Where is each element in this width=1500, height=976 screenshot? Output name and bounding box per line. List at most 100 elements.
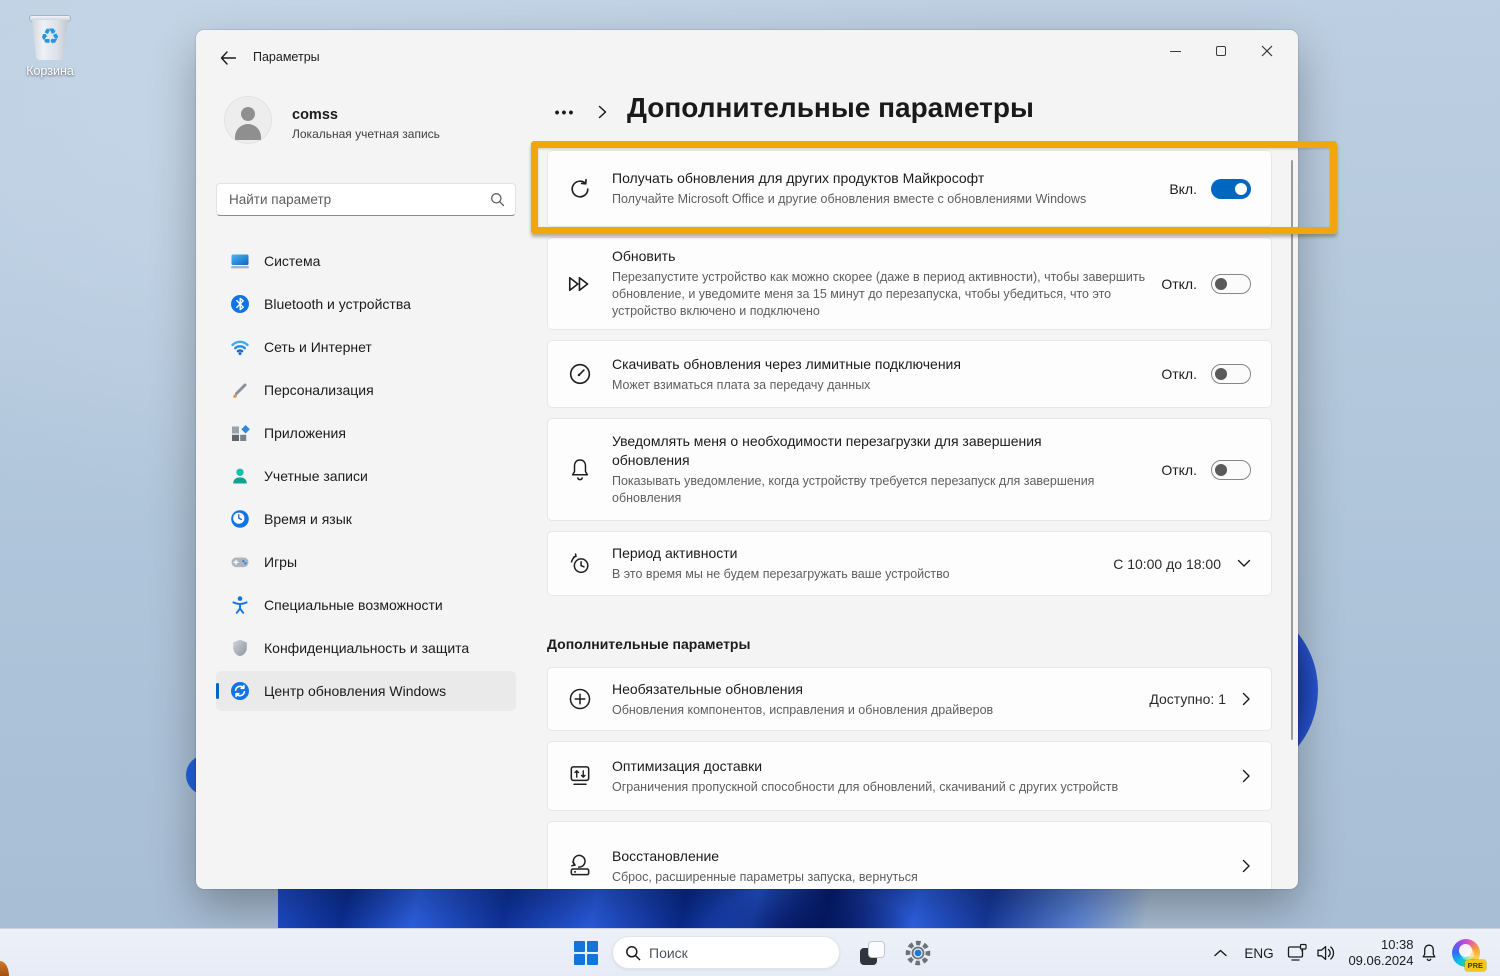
desktop: ♻ Корзина Параметры comss Локальная учет… [0, 0, 1500, 976]
toggle-knob [1235, 182, 1247, 195]
sidebar-item-label: Bluetooth и устройства [264, 296, 411, 312]
sidebar-item-personalization[interactable]: Персонализация [216, 370, 516, 410]
toggle-switch-off[interactable] [1211, 364, 1251, 384]
maximize-icon [1216, 46, 1226, 56]
card-title: Необязательные обновления [612, 680, 803, 697]
bluetooth-icon [230, 294, 250, 314]
breadcrumb-more-button[interactable]: ••• [547, 100, 583, 124]
account-type: Локальная учетная запись [292, 127, 440, 141]
sidebar-item-label: Специальные возможности [264, 597, 443, 613]
wallpaper-bloom [278, 884, 1162, 930]
metered-icon [548, 361, 612, 387]
toggle-knob [1215, 463, 1227, 476]
sidebar-item-privacy[interactable]: Конфиденциальность и защита [216, 628, 516, 668]
maximize-button[interactable] [1198, 34, 1244, 68]
sidebar-item-label: Центр обновления Windows [264, 683, 447, 699]
search-icon [490, 192, 505, 207]
gear-icon [905, 940, 931, 966]
taskbar-search[interactable] [612, 936, 840, 969]
tray-chevron-up-button[interactable] [1204, 929, 1236, 976]
taskbar-search-input[interactable] [649, 944, 839, 961]
sidebar-item-time[interactable]: Время и язык [216, 499, 516, 539]
system-icon [230, 251, 250, 271]
card-title: Скачивать обновления через лимитные подк… [612, 355, 961, 372]
volume-icon[interactable] [1312, 929, 1342, 976]
sidebar-item-system[interactable]: Система [216, 241, 516, 281]
task-view-icon [858, 939, 886, 967]
language-indicator[interactable]: ENG [1240, 929, 1278, 976]
sidebar-item-label: Время и язык [264, 511, 352, 527]
apps-icon [230, 423, 250, 443]
sidebar-item-accessibility[interactable]: Специальные возможности [216, 585, 516, 625]
settings-card-notify[interactable]: Уведомлять меня о необходимости перезагр… [547, 418, 1272, 521]
minimize-button[interactable] [1152, 34, 1198, 68]
settings-card-delivery[interactable]: Оптимизация доставки Ограничения пропускн… [547, 741, 1272, 811]
network-icon [230, 337, 250, 357]
sidebar-item-label: Игры [264, 554, 298, 570]
notify-icon [548, 457, 612, 483]
settings-window: Параметры comss Локальная учетная запись… [196, 30, 1298, 889]
toggle-knob [1215, 368, 1227, 380]
page-title: Дополнительные параметры [627, 92, 1034, 123]
sidebar-item-bluetooth[interactable]: Bluetooth и устройства [216, 284, 516, 324]
toggle-switch-on[interactable] [1211, 178, 1251, 199]
close-button[interactable] [1244, 34, 1290, 68]
network-icon[interactable] [1284, 929, 1312, 976]
fast-forward-icon [548, 271, 612, 297]
sidebar-nav: Система Bluetooth и устройства Сеть и Инте… [216, 241, 516, 714]
sidebar-item-label: Учетные записи [264, 468, 368, 484]
close-icon [1261, 45, 1273, 57]
sidebar-item-update[interactable]: Центр обновления Windows [216, 671, 516, 711]
sidebar-item-label: Сеть и Интернет [264, 339, 372, 355]
card-subtitle: Показывать уведомление, когда устройству… [612, 474, 1095, 505]
minimize-icon [1169, 50, 1181, 52]
tray-time: 10:38 [1380, 937, 1414, 952]
recovery-icon [548, 853, 612, 879]
gaming-icon [230, 552, 250, 572]
card-value: Доступно: 1 [1149, 691, 1226, 707]
back-button[interactable] [212, 45, 244, 71]
sidebar-item-accounts[interactable]: Учетные записи [216, 456, 516, 496]
card-subtitle: Получайте Microsoft Office и другие обно… [612, 192, 1087, 206]
settings-card-recovery[interactable]: Восстановление Сброс, расширенные парамет… [547, 821, 1272, 889]
card-subtitle: Обновления компонентов, исправления и об… [612, 702, 994, 717]
card-subtitle: В это время мы не будем перезагружать ва… [612, 567, 950, 581]
clock-tray[interactable]: 10:38 09.06.2024 [1348, 929, 1414, 976]
card-title: Получать обновления для других продуктов… [612, 170, 985, 186]
sidebar-item-gaming[interactable]: Игры [216, 542, 516, 582]
chevron-right-icon [1242, 859, 1251, 873]
settings-app-button[interactable] [898, 933, 938, 973]
time-icon [230, 509, 250, 529]
settings-search-input[interactable] [217, 192, 490, 207]
scrollbar[interactable] [1291, 160, 1293, 740]
recycle-bin-shortcut[interactable]: ♻ Корзина [10, 6, 90, 84]
task-view-button[interactable] [852, 933, 892, 973]
settings-card-sync[interactable]: Получать обновления для других продуктов… [547, 150, 1272, 227]
tray-date: 09.06.2024 [1348, 953, 1414, 968]
chevron-right-icon [1242, 692, 1251, 706]
active-hours-icon [548, 551, 612, 577]
settings-card-optional-updates[interactable]: Необязательные обновления Обновления комп… [547, 667, 1272, 731]
toggle-state-label: Откл. [1161, 275, 1197, 292]
accounts-icon [230, 466, 250, 486]
sync-icon [548, 176, 612, 202]
notifications-button[interactable] [1416, 929, 1442, 976]
card-subtitle: Ограничения пропускной способности для о… [612, 779, 1119, 794]
privacy-icon [230, 638, 250, 658]
card-title: Оптимизация доставки [612, 757, 763, 774]
toggle-switch-off[interactable] [1211, 273, 1251, 294]
sidebar-item-network[interactable]: Сеть и Интернет [216, 327, 516, 367]
card-title: Восстановление [612, 847, 720, 864]
copilot-button[interactable]: PRE [1446, 929, 1486, 976]
settings-search-box[interactable] [216, 183, 516, 216]
settings-card-fast-forward[interactable]: Обновить Перезапустите устройство как мож… [547, 237, 1272, 330]
settings-card-active-hours[interactable]: Период активности В это время мы не будем… [547, 531, 1272, 596]
start-button[interactable] [566, 933, 606, 973]
avatar[interactable] [224, 96, 272, 144]
card-subtitle: Перезапустите устройство как можно скоре… [612, 270, 1146, 318]
personalization-icon [230, 380, 250, 400]
settings-card-metered[interactable]: Скачивать обновления через лимитные подк… [547, 340, 1272, 408]
sidebar-item-apps[interactable]: Приложения [216, 413, 516, 453]
windows-logo-icon [574, 941, 598, 965]
toggle-switch-off[interactable] [1211, 459, 1251, 480]
